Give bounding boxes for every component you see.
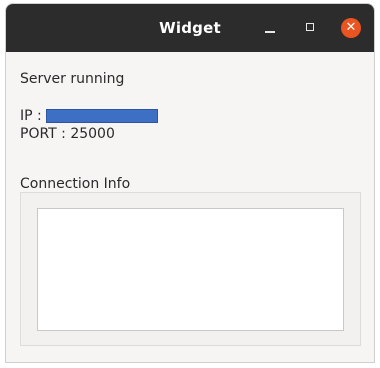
close-button[interactable]: ✕ (341, 18, 361, 38)
connection-info-label: Connection Info (20, 176, 131, 192)
connection-info-group (20, 192, 361, 346)
maximize-icon (306, 23, 314, 31)
title-bar[interactable]: Widget ✕ (6, 4, 374, 52)
connection-info-textbox[interactable] (37, 208, 344, 331)
window-content: Server running IP : PORT : 25000 Connect… (6, 52, 374, 362)
server-status-label: Server running (20, 71, 125, 87)
app-window: Widget ✕ Server running IP : PORT : 2500… (5, 3, 375, 363)
minimize-button[interactable] (260, 18, 280, 38)
ip-label: IP : (20, 108, 42, 124)
port-label: PORT : 25000 (20, 126, 115, 142)
ip-value-field (46, 109, 158, 123)
minimize-icon (265, 31, 275, 33)
close-icon: ✕ (345, 20, 357, 35)
maximize-button[interactable] (301, 18, 321, 38)
